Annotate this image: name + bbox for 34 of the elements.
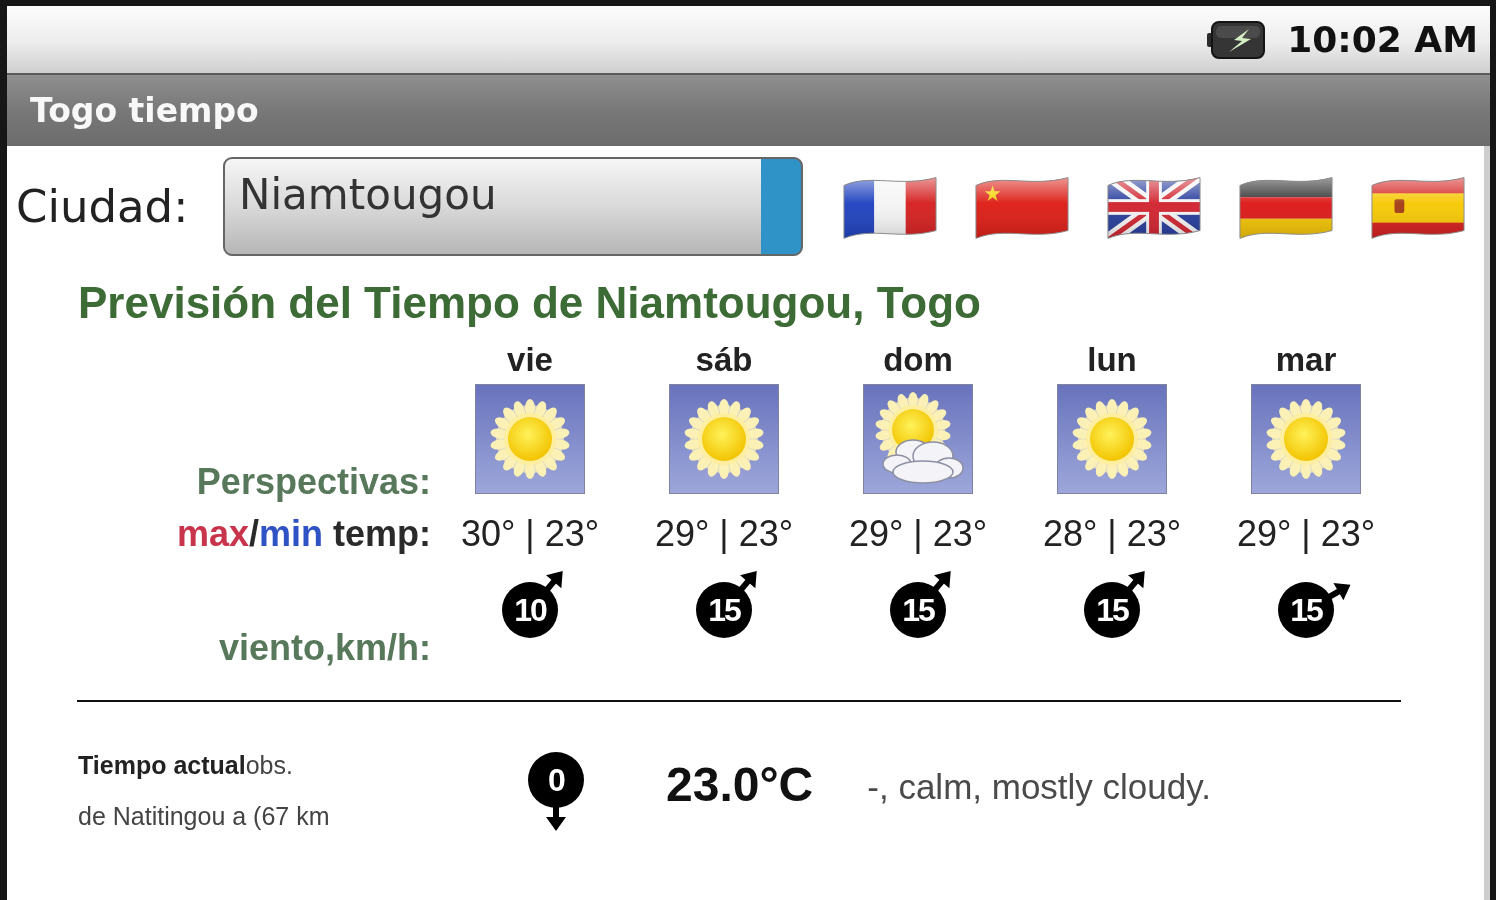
wind-speed: 15 — [890, 582, 946, 638]
wind-speed: 0 — [528, 752, 584, 808]
city-label: Ciudad: — [15, 179, 190, 234]
temperature-range: 30° | 23° — [460, 512, 600, 556]
outlook-label: Perspectivas: — [196, 462, 432, 502]
clock-time: 10:02 AM — [1287, 17, 1478, 62]
sun-icon — [669, 384, 779, 494]
day-label: mar — [1275, 340, 1337, 380]
app-title: Togo tiempo — [30, 90, 259, 131]
day-label: dom — [883, 340, 953, 380]
day-label: lun — [1087, 340, 1137, 380]
battery-icon — [1207, 20, 1266, 59]
sun-icon — [1057, 384, 1167, 494]
forecast-title: Previsión del Tiempo de Niamtougou, Togo — [78, 280, 981, 326]
sun-icon — [475, 384, 585, 494]
temperature-range: 28° | 23° — [1042, 512, 1182, 556]
current-temperature: 23.0°C — [666, 759, 814, 811]
wind-speed: 10 — [502, 582, 558, 638]
wind-speed: 15 — [1084, 582, 1140, 638]
temperature-range: 29° | 23° — [1236, 512, 1376, 556]
wind-label: viento,km/h: — [218, 628, 432, 668]
conditions-text: -, calm, mostly cloudy. — [867, 767, 1211, 807]
wind-speed: 15 — [696, 582, 752, 638]
temp-label: max/min temp: — [176, 512, 432, 556]
day-label: vie — [507, 340, 553, 380]
city-dropdown[interactable]: Niamtougou — [223, 157, 803, 256]
sun-cloud-icon — [863, 384, 973, 494]
sun-icon — [1251, 384, 1361, 494]
temperature-range: 29° | 23° — [654, 512, 794, 556]
temperature-range: 29° | 23° — [848, 512, 988, 556]
station-text: de Natitingou a (67 km — [78, 801, 330, 831]
wind-speed: 15 — [1278, 582, 1334, 638]
current-weather-label: Tiempo actualobs. — [78, 750, 293, 780]
day-label: sáb — [695, 340, 753, 380]
